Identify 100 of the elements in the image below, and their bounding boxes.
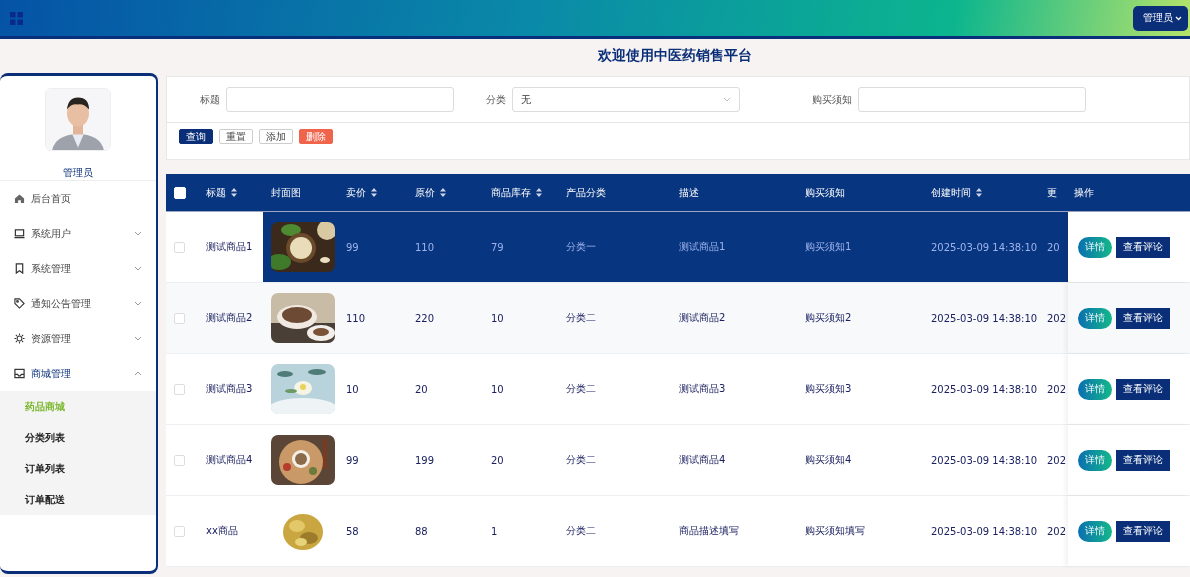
- grid-menu-icon[interactable]: [10, 11, 23, 25]
- sortable-column-header[interactable]: 商品库存: [483, 174, 558, 211]
- column-header: 描述: [678, 185, 700, 200]
- column-header: 封面图: [270, 185, 302, 200]
- menu-item[interactable]: 系统用户: [0, 216, 156, 251]
- inbox-icon: [14, 368, 25, 379]
- sort-icon: [976, 188, 982, 197]
- chevron-icon: [134, 371, 142, 376]
- checkbox[interactable]: [174, 454, 185, 466]
- review-button[interactable]: 查看评论: [1116, 520, 1170, 542]
- table-cell: 1: [491, 525, 498, 537]
- chevron-icon: [723, 97, 731, 102]
- table-cell: 购买须知填写: [805, 524, 865, 538]
- review-button[interactable]: 查看评论: [1116, 307, 1170, 329]
- field-label: 分类: [486, 92, 506, 107]
- chevron-icon: [134, 301, 142, 306]
- monitor-icon: [14, 228, 25, 239]
- table-cell: 202: [1047, 454, 1067, 466]
- detail-button[interactable]: 详情: [1078, 378, 1112, 400]
- table-cell: 199: [415, 454, 435, 466]
- table-cell: 20: [1047, 241, 1060, 253]
- checkbox[interactable]: [174, 383, 185, 395]
- page-title: 欢迎使用中医药销售平台: [598, 47, 752, 65]
- menu-item[interactable]: 系统管理: [0, 251, 156, 286]
- review-button[interactable]: 查看评论: [1116, 378, 1170, 400]
- detail-button[interactable]: 详情: [1078, 520, 1112, 542]
- select-field[interactable]: 无: [512, 87, 740, 112]
- table-cell: 20: [415, 383, 428, 395]
- table-cell: 99: [346, 241, 359, 253]
- table-row[interactable]: 测试商品4 99 199 20 分类二 测试商品4 购买须知4 2025-03-09 14:38:10 202 详情 查看评论: [166, 425, 1190, 496]
- table-cell: 测试商品4: [679, 453, 726, 467]
- table-cell: 购买须知3: [805, 382, 852, 396]
- table-cell: 购买须知2: [805, 311, 852, 325]
- table-row[interactable]: 测试商品2 110 220 10 分类二 测试商品2 购买须知2 2025-03-09 14:38:10 202 详情 查看评论: [166, 283, 1190, 354]
- search-button[interactable]: 重置: [219, 129, 253, 144]
- table-cell: 商品描述填写: [679, 524, 739, 538]
- column-header: 购买须知: [804, 185, 846, 200]
- table-cell: 测试商品3: [679, 382, 726, 396]
- sun-icon: [14, 333, 25, 344]
- table-row[interactable]: 测试商品1 99 110 79 分类一 测试商品1 购买须知1 2025-03-09 14:38:10 20 详情 查看评论: [166, 212, 1190, 283]
- table-cell: 88: [415, 525, 428, 537]
- column-header: 产品分类: [565, 185, 607, 200]
- sort-icon: [440, 188, 446, 197]
- submenu-item[interactable]: 订单配送: [0, 484, 156, 515]
- home-icon: [14, 193, 25, 204]
- review-button[interactable]: 查看评论: [1116, 449, 1170, 471]
- checkbox[interactable]: [174, 525, 185, 537]
- table-row[interactable]: 测试商品3 10 20 10 分类二 测试商品3 购买须知3 2025-03-09 14:38:10 202 详情 查看评论: [166, 354, 1190, 425]
- field-label: 标题: [200, 92, 220, 107]
- checkbox[interactable]: [174, 312, 185, 324]
- chevron-icon: [134, 336, 142, 341]
- input-field[interactable]: [226, 87, 454, 112]
- search-button[interactable]: 查询: [179, 129, 213, 144]
- table-cell: 购买须知4: [805, 453, 852, 467]
- table-cell: 购买须知1: [805, 240, 852, 254]
- table-cell: 测试商品2: [679, 311, 726, 325]
- menu-item[interactable]: 通知公告管理: [0, 286, 156, 321]
- table-cell: 220: [415, 312, 435, 324]
- menu-item[interactable]: 商城管理: [0, 356, 156, 391]
- detail-button[interactable]: 详情: [1078, 236, 1112, 258]
- table-cell: 2025-03-09 14:38:10: [931, 525, 1038, 537]
- bookmark-icon: [14, 263, 25, 274]
- table-cell: 2025-03-09 14:38:10: [931, 454, 1038, 466]
- review-button[interactable]: 查看评论: [1116, 236, 1170, 258]
- sortable-column-header[interactable]: 创建时间: [923, 174, 1047, 211]
- menu-item[interactable]: 后台首页: [0, 181, 156, 216]
- detail-button[interactable]: 详情: [1078, 449, 1112, 471]
- table-row[interactable]: xx商品 58 88 1 分类二 商品描述填写 购买须知填写 2025-03-09 14:38:10 202 详情 查看评论: [166, 496, 1190, 567]
- user-name: 管理员: [63, 166, 93, 180]
- table-cell: 2025-03-09 14:38:10: [931, 312, 1038, 324]
- table-cell: 测试商品2: [206, 311, 253, 325]
- sort-icon: [231, 188, 237, 197]
- table-cell: 20: [491, 454, 504, 466]
- submenu-item[interactable]: 订单列表: [0, 453, 156, 484]
- sortable-column-header[interactable]: 卖价: [338, 174, 407, 211]
- table-cell: 99: [346, 454, 359, 466]
- table-cell: 58: [346, 525, 359, 537]
- submenu-item[interactable]: 分类列表: [0, 422, 156, 453]
- table-cell: 202: [1047, 312, 1067, 324]
- table-cell: 202: [1047, 383, 1067, 395]
- table-cell: 测试商品3: [206, 382, 253, 396]
- input-field[interactable]: [858, 87, 1086, 112]
- table-cell: 10: [346, 383, 359, 395]
- tag-icon: [14, 298, 25, 309]
- menu-item[interactable]: 资源管理: [0, 321, 156, 356]
- checkbox[interactable]: [174, 241, 185, 253]
- sortable-column-header[interactable]: 原价: [407, 174, 483, 211]
- sortable-column-header[interactable]: 标题: [198, 174, 263, 211]
- table-cell: 110: [346, 312, 366, 324]
- detail-button[interactable]: 详情: [1078, 307, 1112, 329]
- chevron-icon: [134, 231, 142, 236]
- user-menu-button[interactable]: 管理员: [1133, 5, 1188, 31]
- table-cell: 测试商品4: [206, 453, 253, 467]
- table-cell: 10: [491, 383, 504, 395]
- search-button[interactable]: 添加: [259, 129, 293, 144]
- chevron-icon: [134, 266, 142, 271]
- field-label: 购买须知: [812, 92, 852, 107]
- table-cell: 79: [491, 241, 504, 253]
- table-cell: 10: [491, 312, 504, 324]
- table-cell: 分类二: [566, 453, 596, 467]
